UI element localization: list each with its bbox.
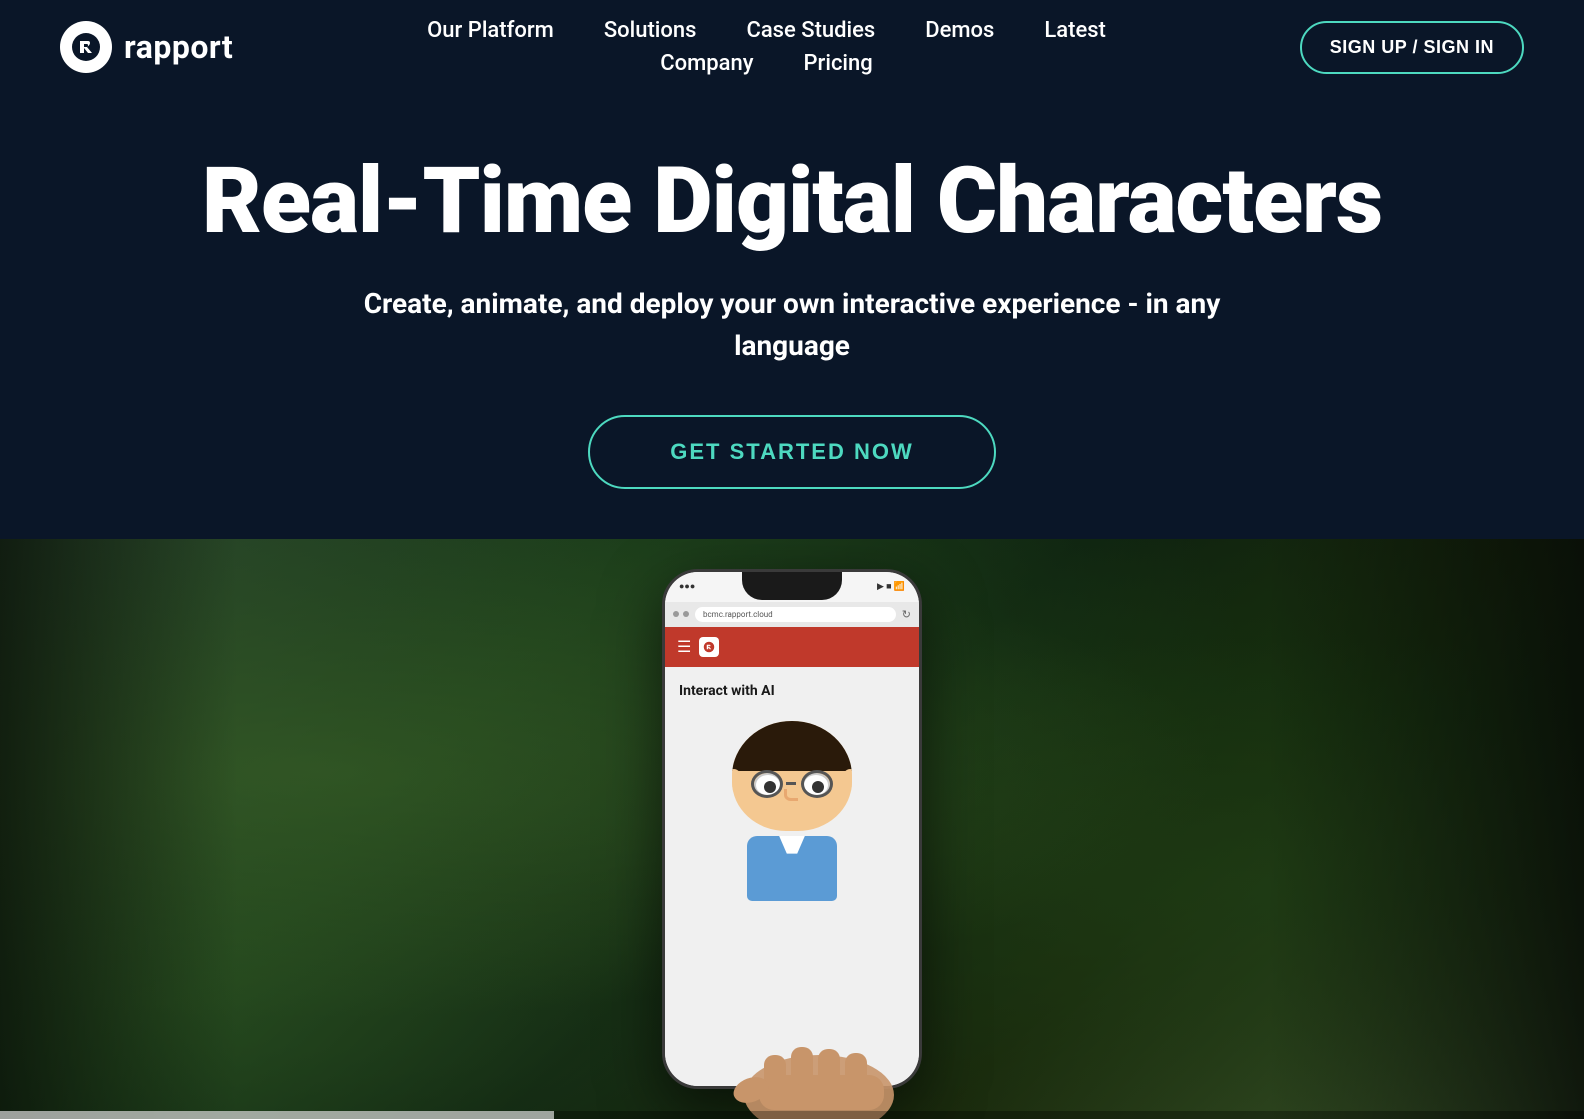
phone-app-logo (699, 637, 719, 657)
nav-link-company[interactable]: Company (660, 51, 753, 76)
char-nose (784, 789, 798, 801)
phone-browser-bar: bcmc.rapport.cloud ↻ (665, 602, 919, 627)
logo[interactable]: rapport (60, 21, 233, 73)
signup-button[interactable]: SIGN UP / SIGN IN (1300, 21, 1524, 74)
char-body (747, 836, 837, 901)
phone-menu-icon: ☰ (677, 637, 691, 656)
hero-title: Real-Time Digital Characters (60, 154, 1524, 251)
browser-dots (673, 611, 689, 617)
phone-screen: ●●● ▶ ■ 📶 bcmc.rapport.cloud ↻ ☰ (665, 572, 919, 1086)
nav-link-case-studies[interactable]: Case Studies (746, 18, 875, 43)
get-started-button[interactable]: GET STARTED NOW (588, 415, 995, 489)
phone-app-title: Interact with AI (679, 683, 905, 699)
logo-icon (60, 21, 112, 73)
char-ear-right (842, 769, 852, 791)
nav-link-our-platform[interactable]: Our Platform (427, 18, 554, 43)
char-glasses-left (751, 770, 783, 798)
browser-url: bcmc.rapport.cloud (695, 607, 896, 622)
hand-holding (729, 1035, 909, 1119)
navbar: rapport Our Platform Solutions Case Stud… (0, 0, 1584, 94)
char-collar (779, 836, 805, 854)
phone-app-header: ☰ (665, 627, 919, 667)
brand-name: rapport (124, 28, 233, 66)
background-dark-left (0, 539, 238, 1119)
nav-link-pricing[interactable]: Pricing (804, 51, 873, 76)
char-head (732, 721, 852, 831)
nav-bottom-row: Company Pricing (660, 51, 873, 76)
browser-refresh-icon: ↻ (902, 608, 911, 621)
character-avatar (712, 721, 872, 901)
video-scrubber[interactable] (0, 1111, 1584, 1119)
video-progress (0, 1111, 554, 1119)
char-glasses-bridge (786, 782, 796, 785)
hero-image-section: ●●● ▶ ■ 📶 bcmc.rapport.cloud ↻ ☰ (0, 539, 1584, 1119)
nav-link-latest[interactable]: Latest (1044, 18, 1106, 43)
browser-dot-2 (683, 611, 689, 617)
phone-mockup: ●●● ▶ ■ 📶 bcmc.rapport.cloud ↻ ☰ (662, 569, 922, 1089)
browser-dot-1 (673, 611, 679, 617)
phone-status-right: ▶ ■ 📶 (877, 581, 905, 592)
char-glasses-right (801, 770, 833, 798)
nav-links: Our Platform Solutions Case Studies Demo… (427, 18, 1106, 76)
character-area (679, 711, 905, 911)
background-dark-right (1267, 539, 1584, 1119)
nav-link-demos[interactable]: Demos (925, 18, 994, 43)
char-ear-left (732, 769, 742, 791)
phone-status-left: ●●● (679, 581, 695, 592)
phone-frame: ●●● ▶ ■ 📶 bcmc.rapport.cloud ↻ ☰ (662, 569, 922, 1089)
char-hair (732, 721, 852, 771)
nav-top-row: Our Platform Solutions Case Studies Demo… (427, 18, 1106, 43)
hero-section: Real-Time Digital Characters Create, ani… (0, 94, 1584, 539)
phone-notch (742, 572, 842, 600)
nav-link-solutions[interactable]: Solutions (604, 18, 697, 43)
phone-app-content: Interact with AI (665, 667, 919, 1086)
hero-subtitle: Create, animate, and deploy your own int… (342, 283, 1242, 367)
